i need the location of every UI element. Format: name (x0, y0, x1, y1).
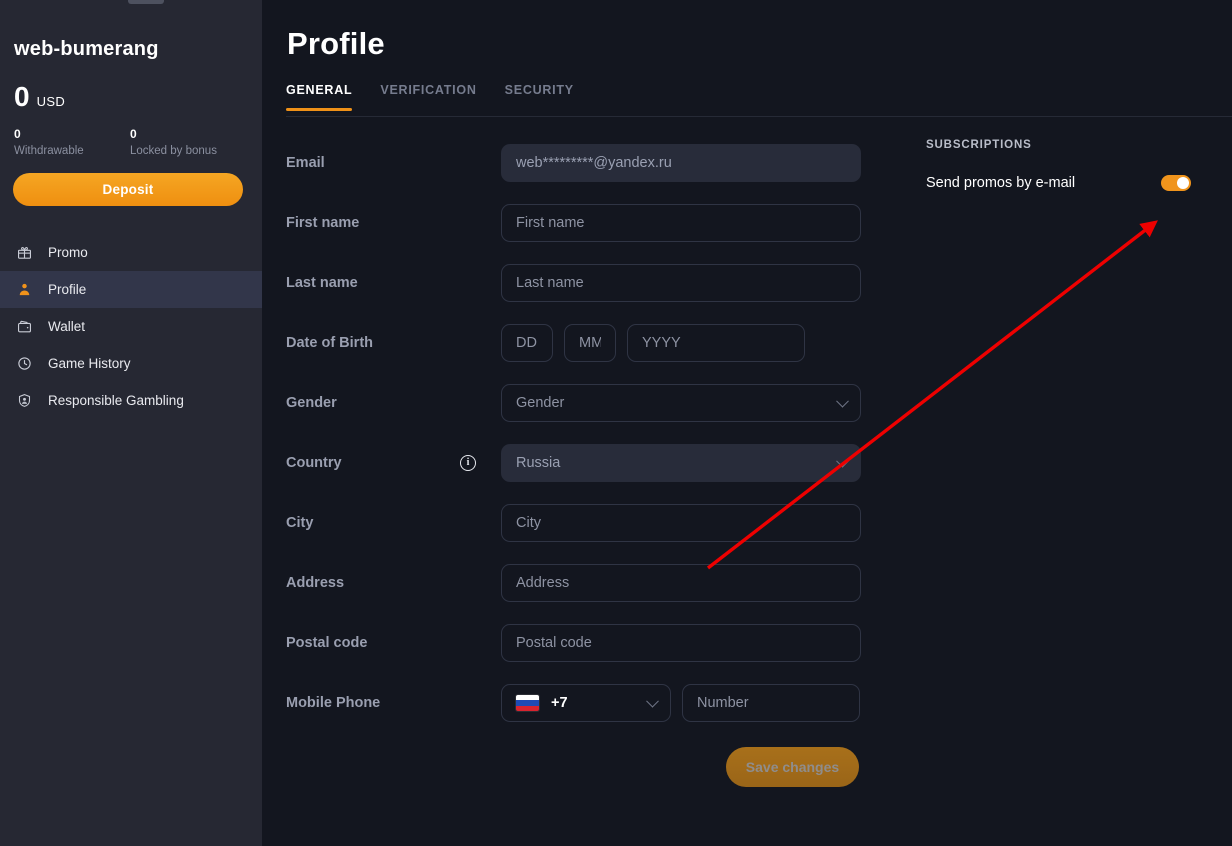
date-of-birth-label: Date of Birth (286, 335, 501, 351)
chevron-down-icon (646, 695, 659, 708)
gender-selected-value: Gender (516, 395, 564, 411)
clock-icon (13, 355, 35, 373)
user-icon (13, 281, 35, 299)
gender-select[interactable]: Gender (501, 384, 861, 422)
main-content: Profile GENERAL VERIFICATION SECURITY Em… (262, 0, 1232, 846)
city-field[interactable] (501, 504, 861, 542)
tabs: GENERAL VERIFICATION SECURITY (286, 83, 1232, 111)
wallet-icon (13, 318, 35, 336)
first-name-field[interactable] (501, 204, 861, 242)
app-root: web-bumerang 0 USD 0 Withdrawable 0 Lock… (0, 0, 1232, 846)
subscriptions-panel: SUBSCRIPTIONS Send promos by e-mail (886, 133, 1232, 787)
sub-balances: 0 Withdrawable 0 Locked by bonus (14, 127, 262, 157)
russia-flag-icon (516, 695, 539, 711)
save-changes-button[interactable]: Save changes (726, 747, 859, 787)
content-area: Email First name Last name (286, 133, 1232, 787)
country-label-text: Country (286, 455, 342, 471)
field-row-country: Country i Russia (286, 433, 886, 493)
info-icon[interactable]: i (460, 455, 476, 471)
profile-form: Email First name Last name (286, 133, 886, 787)
postal-code-field[interactable] (501, 624, 861, 662)
sidebar-item-wallet[interactable]: Wallet (0, 308, 262, 345)
country-selected-value: Russia (516, 455, 560, 471)
last-name-field[interactable] (501, 264, 861, 302)
field-row-email: Email (286, 133, 886, 193)
toggle-knob (1177, 177, 1189, 189)
sidebar-item-label-profile: Profile (48, 282, 86, 297)
withdrawable-value: 0 (14, 127, 130, 141)
tabs-divider (286, 116, 1232, 117)
tab-verification[interactable]: VERIFICATION (380, 83, 476, 111)
chevron-down-icon (836, 455, 849, 468)
sidebar-item-label-promo: Promo (48, 245, 88, 260)
gender-label: Gender (286, 395, 501, 411)
sidebar-item-game-history[interactable]: Game History (0, 345, 262, 382)
balance-block: 0 USD (14, 83, 262, 111)
last-name-label: Last name (286, 275, 501, 291)
email-label: Email (286, 155, 501, 171)
sidebar-top-partial-element (128, 0, 164, 4)
save-row: Save changes (286, 747, 886, 787)
field-row-city: City (286, 493, 886, 553)
sidebar-item-label-wallet: Wallet (48, 319, 85, 334)
send-promos-toggle[interactable] (1161, 175, 1191, 191)
tab-general[interactable]: GENERAL (286, 83, 352, 111)
sidebar: web-bumerang 0 USD 0 Withdrawable 0 Lock… (0, 0, 262, 846)
email-field[interactable] (501, 144, 861, 182)
country-select[interactable]: Russia (501, 444, 861, 482)
gift-icon (13, 244, 35, 262)
shield-person-icon (13, 392, 35, 410)
account-name: web-bumerang (14, 38, 262, 61)
city-label: City (286, 515, 501, 531)
withdrawable-label: Withdrawable (14, 145, 130, 157)
field-row-postal-code: Postal code (286, 613, 886, 673)
withdrawable-balance: 0 Withdrawable (14, 127, 130, 157)
field-row-first-name: First name (286, 193, 886, 253)
phone-country-code-select[interactable]: +7 (501, 684, 671, 722)
balance-currency: USD (37, 94, 66, 109)
country-label: Country i (286, 455, 501, 471)
mobile-phone-label: Mobile Phone (286, 695, 501, 711)
dob-year-field[interactable] (627, 324, 805, 362)
page-title: Profile (287, 26, 1232, 62)
tab-security[interactable]: SECURITY (505, 83, 574, 111)
address-field[interactable] (501, 564, 861, 602)
sidebar-item-label-game-history: Game History (48, 356, 131, 371)
postal-code-label: Postal code (286, 635, 501, 651)
deposit-button[interactable]: Deposit (13, 173, 243, 206)
sidebar-item-label-responsible-gambling: Responsible Gambling (48, 393, 184, 408)
field-row-last-name: Last name (286, 253, 886, 313)
sidebar-nav: Promo Profile (0, 234, 262, 419)
field-row-mobile-phone: Mobile Phone +7 (286, 673, 886, 733)
dob-month-field[interactable] (564, 324, 616, 362)
subscription-item-promos: Send promos by e-mail (926, 175, 1191, 191)
address-label: Address (286, 575, 501, 591)
first-name-label: First name (286, 215, 501, 231)
field-row-address: Address (286, 553, 886, 613)
balance-amount: 0 (14, 83, 30, 111)
field-row-date-of-birth: Date of Birth (286, 313, 886, 373)
dob-day-field[interactable] (501, 324, 553, 362)
phone-number-field[interactable] (682, 684, 860, 722)
subscription-label-promos: Send promos by e-mail (926, 175, 1075, 191)
sidebar-item-profile[interactable]: Profile (0, 271, 262, 308)
field-row-gender: Gender Gender (286, 373, 886, 433)
sidebar-item-responsible-gambling[interactable]: Responsible Gambling (0, 382, 262, 419)
locked-bonus-value: 0 (130, 127, 246, 141)
phone-country-code-value: +7 (551, 695, 568, 711)
subscriptions-title: SUBSCRIPTIONS (926, 139, 1232, 151)
locked-bonus-balance: 0 Locked by bonus (130, 127, 246, 157)
sidebar-item-promo[interactable]: Promo (0, 234, 262, 271)
locked-bonus-label: Locked by bonus (130, 145, 246, 157)
chevron-down-icon (836, 395, 849, 408)
